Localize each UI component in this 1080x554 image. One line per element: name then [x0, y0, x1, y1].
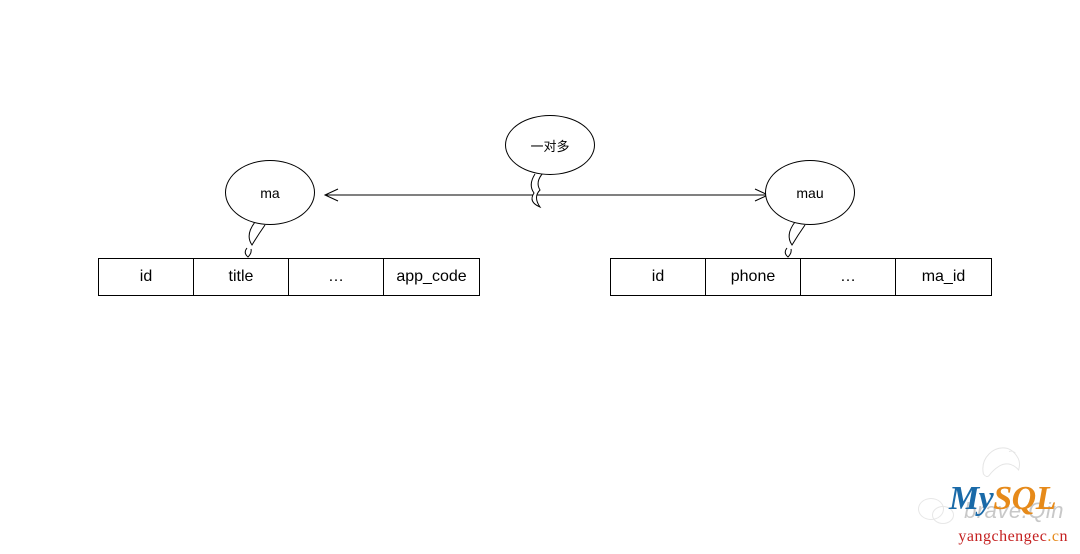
mysql-logo-text: MySQL: [949, 480, 1056, 518]
entity-right-name: mau: [796, 185, 823, 201]
mysql-sql: SQL: [993, 480, 1056, 517]
entity-bubble-right: mau: [765, 160, 855, 225]
diagram-canvas: 一对多 ma mau id title … app_code id phone …: [0, 0, 1080, 554]
col-header: phone: [706, 259, 801, 295]
watermark-url: yangchengec.cn: [958, 528, 1068, 546]
table-ma: id title … app_code: [98, 258, 480, 296]
relationship-label: 一对多: [530, 136, 569, 155]
table-mau: id phone … ma_id: [610, 258, 992, 296]
col-header: title: [194, 259, 289, 295]
mysql-my: My: [949, 480, 993, 517]
col-header: …: [289, 259, 384, 295]
entity-bubble-left: ma: [225, 160, 315, 225]
col-header: …: [801, 259, 896, 295]
col-header: ma_id: [896, 259, 991, 295]
col-header: id: [611, 259, 706, 295]
col-header: id: [99, 259, 194, 295]
entity-left-name: ma: [260, 185, 279, 201]
relationship-bubble: 一对多: [505, 115, 595, 175]
col-header: app_code: [384, 259, 479, 295]
dolphin-icon: [976, 442, 1026, 482]
